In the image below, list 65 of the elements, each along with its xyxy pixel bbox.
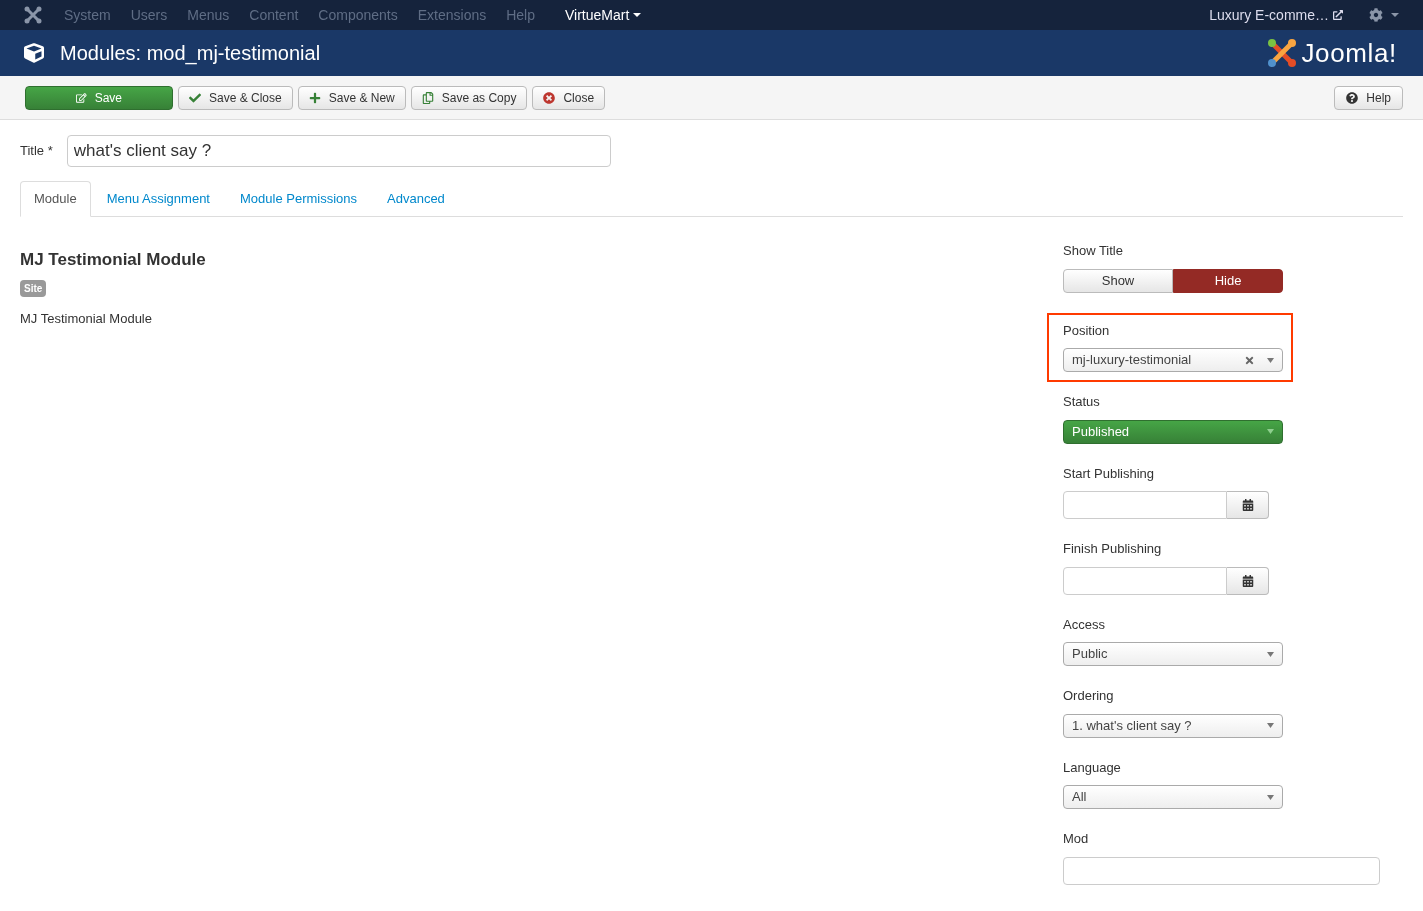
tab[interactable]: Module Permissions bbox=[226, 181, 372, 217]
select-field[interactable]: All bbox=[1063, 785, 1283, 809]
toolbar-button[interactable]: Save & Close bbox=[178, 85, 293, 110]
title-field[interactable]: what's client say ? bbox=[66, 135, 611, 167]
menu-dropdown[interactable]: VirtueMart bbox=[565, 4, 642, 26]
field-label: Ordering bbox=[1063, 687, 1114, 705]
toolbar-button[interactable]: Save bbox=[25, 85, 173, 110]
logo-icon bbox=[1267, 38, 1298, 68]
field-label: Mod bbox=[1063, 830, 1089, 848]
field-label: Show Title bbox=[1063, 242, 1123, 260]
select-value: mj-luxury-testimonial bbox=[1072, 351, 1193, 370]
select-field[interactable]: 1. what's client say ? bbox=[1063, 713, 1283, 738]
caret-icon bbox=[1267, 794, 1274, 800]
calendar-icon bbox=[1241, 499, 1254, 511]
field-label: Start Publishing bbox=[1063, 464, 1155, 483]
field-label: Access bbox=[1063, 615, 1105, 634]
caret-icon bbox=[1267, 651, 1274, 657]
settings-menu[interactable] bbox=[1369, 8, 1399, 22]
field-label: Language bbox=[1063, 758, 1121, 777]
caret-icon bbox=[1267, 429, 1274, 434]
help-button[interactable]: Help bbox=[1334, 85, 1403, 110]
toolbar-button[interactable]: Save & New bbox=[297, 85, 406, 110]
calendar-icon bbox=[1241, 574, 1254, 587]
site-link[interactable]: Luxury E-comme… bbox=[1209, 4, 1343, 26]
calendar-button[interactable] bbox=[1227, 491, 1269, 519]
select-value: All bbox=[1072, 788, 1088, 807]
plus-icon bbox=[308, 91, 321, 104]
field-label: Status bbox=[1063, 393, 1100, 411]
toggle-option[interactable]: Hide bbox=[1173, 268, 1283, 293]
module-heading: MJ Testimonial Module bbox=[20, 249, 207, 271]
logo-text: Joomla! bbox=[1301, 36, 1397, 70]
tab[interactable]: Advanced bbox=[373, 181, 459, 217]
settings-icon bbox=[1369, 8, 1383, 22]
tab[interactable]: Module bbox=[20, 181, 91, 217]
calendar-button[interactable] bbox=[1227, 566, 1269, 595]
clear-icon[interactable] bbox=[1244, 354, 1255, 366]
check-icon bbox=[189, 91, 201, 104]
help-icon bbox=[1346, 91, 1359, 104]
cube-icon bbox=[24, 43, 44, 63]
select-value: Published bbox=[1072, 422, 1131, 441]
field-label: Finish Publishing bbox=[1063, 540, 1162, 558]
select-field[interactable]: Published bbox=[1063, 419, 1283, 444]
select-value: 1. what's client say ? bbox=[1072, 716, 1193, 735]
date-field[interactable] bbox=[1063, 491, 1227, 519]
tab[interactable]: Menu Assignment bbox=[92, 181, 224, 217]
field-label: Position bbox=[1063, 321, 1110, 340]
text-field[interactable] bbox=[1063, 856, 1380, 885]
joomla-icon[interactable] bbox=[24, 6, 42, 24]
page-title: Modules: mod_mj-testimonial bbox=[60, 41, 321, 67]
select-field[interactable]: Public bbox=[1063, 642, 1283, 666]
caret-icon bbox=[1267, 723, 1274, 728]
select-field[interactable]: mj-luxury-testimonial bbox=[1063, 348, 1283, 372]
copy-icon bbox=[421, 91, 434, 104]
caret-icon bbox=[1267, 357, 1274, 363]
close-icon bbox=[543, 91, 556, 104]
date-field[interactable] bbox=[1063, 566, 1227, 595]
toggle-option[interactable]: Show bbox=[1063, 268, 1173, 293]
edit-icon bbox=[76, 91, 87, 104]
external-link-icon bbox=[1333, 10, 1343, 20]
site-badge: Site bbox=[20, 279, 47, 297]
title-label: Title * bbox=[20, 142, 53, 161]
select-value: Public bbox=[1072, 645, 1109, 664]
toolbar-button[interactable]: Save as Copy bbox=[410, 85, 528, 110]
toolbar-button[interactable]: Close bbox=[532, 85, 606, 110]
module-description: MJ Testimonial Module bbox=[20, 309, 153, 328]
